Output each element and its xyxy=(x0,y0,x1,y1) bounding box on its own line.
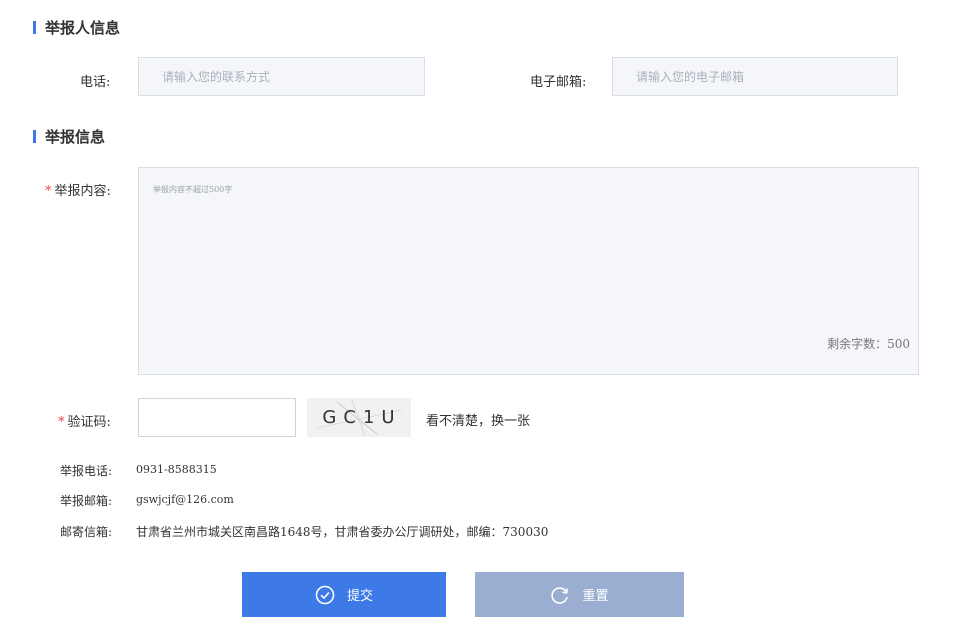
section-accent-bar xyxy=(33,21,36,34)
captcha-refresh-link[interactable]: 看不清楚，换一张 xyxy=(426,410,530,429)
mail-address-value: 甘肃省兰州市城关区南昌路1648号，甘肃省委办公厅调研处，邮编：730030 xyxy=(136,525,549,539)
report-section-title: 举报信息 xyxy=(33,126,105,147)
report-section-title-text: 举报信息 xyxy=(45,128,106,146)
phone-placeholder: 请输入您的联系方式 xyxy=(162,70,271,84)
email-label: 电子邮箱: xyxy=(530,75,587,90)
mail-address-label: 邮寄信箱: xyxy=(60,525,113,539)
reset-label: 重置 xyxy=(582,588,609,603)
report-email-label: 举报邮箱: xyxy=(60,494,113,508)
submit-label: 提交 xyxy=(346,588,373,603)
reporter-section-title: 举报人信息 xyxy=(33,17,120,38)
report-phone-label: 举报电话: xyxy=(60,464,113,478)
captcha-text: GC1U xyxy=(322,407,402,428)
captcha-image[interactable]: GC1U xyxy=(307,398,411,437)
remaining-count: 剩余字数：500 xyxy=(827,337,910,351)
refresh-icon xyxy=(550,585,570,605)
captcha-label-text: 验证码: xyxy=(67,415,111,430)
content-label-text: 举报内容: xyxy=(54,184,111,199)
submit-button[interactable]: 提交 xyxy=(242,572,446,617)
content-placeholder: 举报内容不超过500字 xyxy=(153,185,233,194)
required-mark: * xyxy=(45,184,52,199)
captcha-input[interactable] xyxy=(138,398,296,437)
reporter-section-title-text: 举报人信息 xyxy=(45,19,121,37)
check-circle-icon xyxy=(315,585,335,605)
content-textarea[interactable]: 举报内容不超过500字 剩余字数：500 xyxy=(138,167,919,375)
report-email-value: gswjcjf@126.com xyxy=(136,493,234,506)
required-mark: * xyxy=(58,415,65,430)
email-input[interactable]: 请输入您的电子邮箱 xyxy=(612,57,898,96)
report-phone-value: 0931-8588315 xyxy=(136,463,217,476)
content-label: * 举报内容: xyxy=(45,180,111,199)
phone-input[interactable]: 请输入您的联系方式 xyxy=(138,57,425,96)
email-placeholder: 请输入您的电子邮箱 xyxy=(636,70,745,84)
section-accent-bar xyxy=(33,130,36,143)
reset-button[interactable]: 重置 xyxy=(475,572,684,617)
captcha-label: * 验证码: xyxy=(58,411,111,430)
phone-label: 电话: xyxy=(80,75,111,90)
